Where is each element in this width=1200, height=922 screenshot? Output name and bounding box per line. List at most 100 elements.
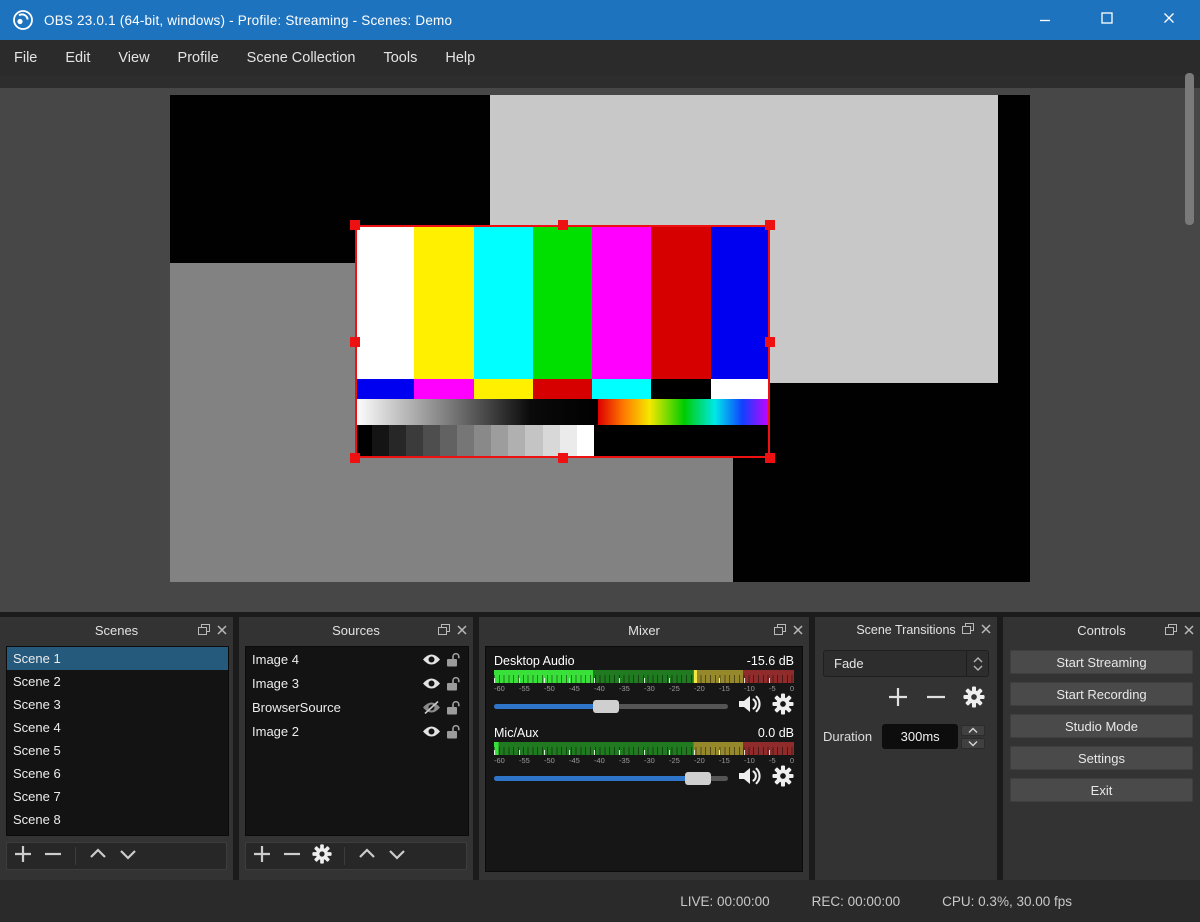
move-scene-down-button[interactable] (118, 844, 138, 869)
resize-handle-middle-right[interactable] (765, 337, 775, 347)
transition-properties-gear-icon[interactable] (963, 686, 985, 713)
close-panel-icon[interactable] (217, 623, 227, 638)
resize-handle-bottom-left[interactable] (350, 453, 360, 463)
control-button[interactable]: Exit (1010, 778, 1193, 802)
float-panel-icon[interactable] (198, 623, 210, 638)
scene-list-item[interactable]: Scene 3 (7, 693, 228, 716)
resize-handle-top-middle[interactable] (558, 220, 568, 230)
speaker-icon[interactable] (737, 693, 763, 720)
volume-meter (494, 742, 794, 755)
remove-scene-button[interactable] (43, 844, 63, 869)
minimize-icon (1039, 11, 1051, 29)
rec-time: REC: 00:00:00 (812, 894, 901, 909)
control-button[interactable]: Start Streaming (1010, 650, 1193, 674)
db-scale-label: -25 (669, 684, 680, 693)
close-panel-icon[interactable] (793, 623, 803, 638)
castellation-cell (711, 379, 770, 399)
menu-item[interactable]: Help (431, 40, 489, 76)
source-list-item[interactable]: Image 3 (246, 671, 468, 695)
close-panel-icon[interactable] (981, 623, 991, 637)
sources-panel-title: Sources (332, 623, 380, 638)
float-panel-icon[interactable] (1165, 623, 1177, 638)
source-list-item[interactable]: Image 2 (246, 719, 468, 743)
remove-source-button[interactable] (282, 844, 302, 869)
resize-handle-top-right[interactable] (765, 220, 775, 230)
minimize-button[interactable] (1014, 0, 1076, 40)
move-source-up-button[interactable] (357, 844, 377, 869)
channel-settings-gear-icon[interactable] (772, 693, 794, 720)
volume-slider[interactable] (494, 704, 728, 709)
menu-item[interactable]: View (104, 40, 163, 76)
resize-handle-bottom-middle[interactable] (558, 453, 568, 463)
duration-input[interactable]: 300ms (882, 724, 958, 749)
volume-slider-handle[interactable] (593, 700, 619, 713)
resize-handle-top-left[interactable] (350, 220, 360, 230)
unlocked-padlock-icon[interactable] (443, 700, 463, 715)
resize-handle-bottom-right[interactable] (765, 453, 775, 463)
add-scene-button[interactable] (13, 844, 33, 869)
close-panel-icon[interactable] (457, 623, 467, 638)
volume-slider-handle[interactable] (685, 772, 711, 785)
duration-increase-button[interactable] (961, 725, 985, 736)
duration-decrease-button[interactable] (961, 738, 985, 749)
scene-canvas (170, 95, 1030, 582)
float-panel-icon[interactable] (774, 623, 786, 638)
control-button[interactable]: Start Recording (1010, 682, 1193, 706)
control-button[interactable]: Studio Mode (1010, 714, 1193, 738)
source-list-item[interactable]: BrowserSource (246, 695, 468, 719)
visibility-eye-icon[interactable] (419, 725, 443, 738)
scene-list-item[interactable]: Scene 7 (7, 785, 228, 808)
unlocked-padlock-icon[interactable] (443, 652, 463, 667)
float-panel-icon[interactable] (438, 623, 450, 638)
visibility-eye-icon[interactable] (419, 653, 443, 666)
scene-list-item[interactable]: Scene 6 (7, 762, 228, 785)
scene-list-item[interactable]: Scene 9 (7, 831, 228, 836)
volume-slider[interactable] (494, 776, 728, 781)
menu-item[interactable]: Tools (369, 40, 431, 76)
close-panel-icon[interactable] (1184, 623, 1194, 638)
visibility-eye-slash-icon[interactable] (419, 701, 443, 714)
move-source-down-button[interactable] (387, 844, 407, 869)
menu-item[interactable]: Edit (51, 40, 104, 76)
visibility-eye-icon[interactable] (419, 677, 443, 690)
move-scene-up-button[interactable] (88, 844, 108, 869)
controls-panel: Controls Start StreamingStart RecordingS… (1003, 617, 1200, 880)
scene-list-item[interactable]: Scene 1 (7, 647, 228, 670)
db-scale-label: -50 (544, 756, 555, 765)
channel-settings-gear-icon[interactable] (772, 765, 794, 792)
scenes-panel-titlebar: Scenes (0, 617, 233, 643)
float-panel-icon[interactable] (962, 623, 974, 637)
scene-list-item[interactable]: Scene 8 (7, 808, 228, 831)
transition-select[interactable]: Fade (823, 650, 989, 677)
scene-list-item[interactable]: Scene 4 (7, 716, 228, 739)
castellation-cell (355, 379, 414, 399)
db-scale-label: -40 (594, 756, 605, 765)
selected-source-test-pattern[interactable] (355, 225, 770, 458)
speaker-icon[interactable] (737, 765, 763, 792)
menu-item[interactable]: Profile (164, 40, 233, 76)
menu-item[interactable]: File (0, 40, 51, 76)
scene-list-item[interactable]: Scene 5 (7, 739, 228, 762)
source-list-item[interactable]: Image 4 (246, 647, 468, 671)
mixer-body: Desktop Audio -15.6 dB -60-55-50-45-40-3… (485, 646, 803, 872)
add-transition-button[interactable] (887, 686, 909, 713)
channel-db-value: 0.0 dB (758, 726, 794, 740)
menu-item[interactable]: Scene Collection (233, 40, 370, 76)
scenes-scrollbar[interactable] (1185, 73, 1194, 225)
unlocked-padlock-icon[interactable] (443, 676, 463, 691)
scene-list-item[interactable]: Scene 2 (7, 670, 228, 693)
source-properties-gear-icon[interactable] (312, 844, 332, 869)
unlocked-padlock-icon[interactable] (443, 724, 463, 739)
staircase-step (577, 425, 594, 458)
remove-transition-button[interactable] (925, 686, 947, 713)
db-scale-label: -25 (669, 756, 680, 765)
scenes-list: Scene 1Scene 2Scene 3Scene 4Scene 5Scene… (6, 646, 229, 836)
control-button[interactable]: Settings (1010, 746, 1193, 770)
preview-top-shade (0, 76, 1200, 88)
combo-spinner-icon (966, 651, 988, 676)
add-source-button[interactable] (252, 844, 272, 869)
resize-handle-middle-left[interactable] (350, 337, 360, 347)
maximize-button[interactable] (1076, 0, 1138, 40)
close-button[interactable] (1138, 0, 1200, 40)
mixer-channel-desktop-audio: Desktop Audio -15.6 dB -60-55-50-45-40-3… (494, 652, 794, 715)
